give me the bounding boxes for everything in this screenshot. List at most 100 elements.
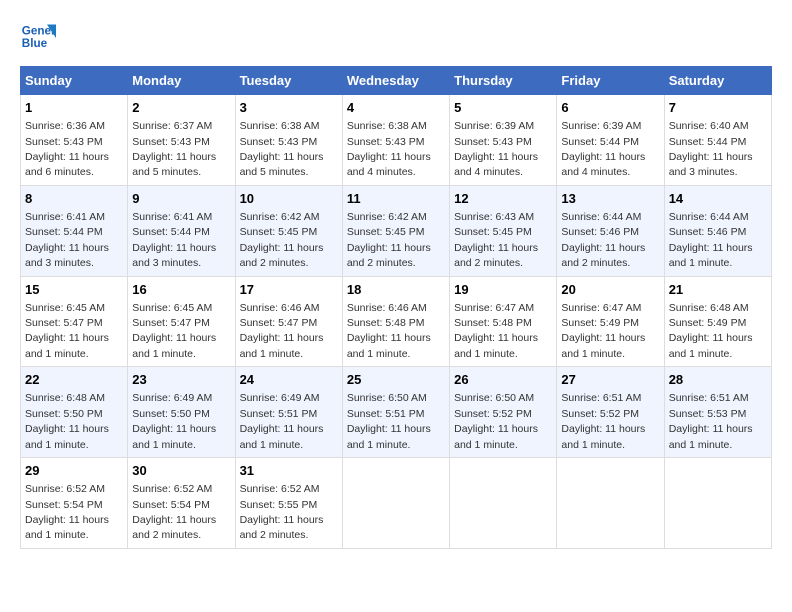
day-number: 28 xyxy=(669,371,767,389)
sunrise-text: Sunrise: 6:45 AM xyxy=(25,302,105,314)
sunset-text: Sunset: 5:49 PM xyxy=(561,317,639,329)
calendar-cell: 19Sunrise: 6:47 AMSunset: 5:48 PMDayligh… xyxy=(450,276,557,367)
calendar-cell: 8Sunrise: 6:41 AMSunset: 5:44 PMDaylight… xyxy=(21,185,128,276)
sunrise-text: Sunrise: 6:46 AM xyxy=(347,302,427,314)
calendar-cell: 29Sunrise: 6:52 AMSunset: 5:54 PMDayligh… xyxy=(21,458,128,549)
daylight-text: Daylight: 11 hours and 1 minute. xyxy=(347,332,431,359)
calendar-cell: 28Sunrise: 6:51 AMSunset: 5:53 PMDayligh… xyxy=(664,367,771,458)
calendar-cell: 2Sunrise: 6:37 AMSunset: 5:43 PMDaylight… xyxy=(128,95,235,186)
calendar-cell: 12Sunrise: 6:43 AMSunset: 5:45 PMDayligh… xyxy=(450,185,557,276)
day-number: 11 xyxy=(347,190,445,208)
day-number: 24 xyxy=(240,371,338,389)
sunrise-text: Sunrise: 6:44 AM xyxy=(669,211,749,223)
calendar-cell: 25Sunrise: 6:50 AMSunset: 5:51 PMDayligh… xyxy=(342,367,449,458)
sunrise-text: Sunrise: 6:43 AM xyxy=(454,211,534,223)
calendar-week-row: 29Sunrise: 6:52 AMSunset: 5:54 PMDayligh… xyxy=(21,458,772,549)
day-number: 4 xyxy=(347,99,445,117)
sunrise-text: Sunrise: 6:45 AM xyxy=(132,302,212,314)
header-friday: Friday xyxy=(557,67,664,95)
day-number: 17 xyxy=(240,281,338,299)
day-number: 14 xyxy=(669,190,767,208)
sunrise-text: Sunrise: 6:49 AM xyxy=(240,392,320,404)
day-number: 15 xyxy=(25,281,123,299)
sunrise-text: Sunrise: 6:36 AM xyxy=(25,120,105,132)
calendar-week-row: 22Sunrise: 6:48 AMSunset: 5:50 PMDayligh… xyxy=(21,367,772,458)
calendar-cell: 20Sunrise: 6:47 AMSunset: 5:49 PMDayligh… xyxy=(557,276,664,367)
logo-icon: General Blue xyxy=(20,20,56,56)
header-sunday: Sunday xyxy=(21,67,128,95)
day-number: 6 xyxy=(561,99,659,117)
sunrise-text: Sunrise: 6:39 AM xyxy=(561,120,641,132)
day-number: 13 xyxy=(561,190,659,208)
day-number: 5 xyxy=(454,99,552,117)
sunset-text: Sunset: 5:43 PM xyxy=(454,136,532,148)
sunset-text: Sunset: 5:48 PM xyxy=(454,317,532,329)
daylight-text: Daylight: 11 hours and 1 minute. xyxy=(132,332,216,359)
daylight-text: Daylight: 11 hours and 4 minutes. xyxy=(347,151,431,178)
calendar-cell: 21Sunrise: 6:48 AMSunset: 5:49 PMDayligh… xyxy=(664,276,771,367)
sunset-text: Sunset: 5:45 PM xyxy=(347,226,425,238)
sunset-text: Sunset: 5:44 PM xyxy=(561,136,639,148)
calendar-cell: 22Sunrise: 6:48 AMSunset: 5:50 PMDayligh… xyxy=(21,367,128,458)
calendar-cell: 16 Sunrise: 6:45 AM Sunset: 5:47 PM Dayligh… xyxy=(128,276,235,367)
day-number: 3 xyxy=(240,99,338,117)
daylight-text: Daylight: 11 hours and 2 minutes. xyxy=(240,514,324,541)
sunrise-text: Sunrise: 6:51 AM xyxy=(561,392,641,404)
sunset-text: Sunset: 5:45 PM xyxy=(240,226,318,238)
day-number: 25 xyxy=(347,371,445,389)
calendar-cell: 17Sunrise: 6:46 AMSunset: 5:47 PMDayligh… xyxy=(235,276,342,367)
daylight-text: Daylight: 11 hours and 1 minute. xyxy=(561,332,645,359)
sunset-text: Sunset: 5:52 PM xyxy=(561,408,639,420)
sunrise-text: Sunrise: 6:52 AM xyxy=(25,483,105,495)
daylight-text: Daylight: 11 hours and 2 minutes. xyxy=(240,242,324,269)
calendar-cell: 26Sunrise: 6:50 AMSunset: 5:52 PMDayligh… xyxy=(450,367,557,458)
sunset-text: Sunset: 5:50 PM xyxy=(25,408,103,420)
sunrise-text: Sunrise: 6:42 AM xyxy=(240,211,320,223)
calendar-cell: 4Sunrise: 6:38 AMSunset: 5:43 PMDaylight… xyxy=(342,95,449,186)
sunrise-text: Sunrise: 6:51 AM xyxy=(669,392,749,404)
calendar-cell: 23Sunrise: 6:49 AMSunset: 5:50 PMDayligh… xyxy=(128,367,235,458)
sunrise-text: Sunrise: 6:47 AM xyxy=(454,302,534,314)
day-number: 18 xyxy=(347,281,445,299)
sunset-text: Sunset: 5:49 PM xyxy=(669,317,747,329)
day-number: 27 xyxy=(561,371,659,389)
day-number: 21 xyxy=(669,281,767,299)
calendar-week-row: 1Sunrise: 6:36 AMSunset: 5:43 PMDaylight… xyxy=(21,95,772,186)
day-number: 20 xyxy=(561,281,659,299)
sunset-text: Sunset: 5:47 PM xyxy=(25,317,103,329)
daylight-text: Daylight: 11 hours and 2 minutes. xyxy=(132,514,216,541)
daylight-text: Daylight: 11 hours and 1 minute. xyxy=(25,423,109,450)
calendar-cell: 27Sunrise: 6:51 AMSunset: 5:52 PMDayligh… xyxy=(557,367,664,458)
calendar-cell: 31Sunrise: 6:52 AMSunset: 5:55 PMDayligh… xyxy=(235,458,342,549)
daylight-text: Daylight: 11 hours and 1 minute. xyxy=(25,332,109,359)
daylight-text: Daylight: 11 hours and 1 minute. xyxy=(669,242,753,269)
day-number: 7 xyxy=(669,99,767,117)
daylight-text: Daylight: 11 hours and 4 minutes. xyxy=(561,151,645,178)
day-number: 29 xyxy=(25,462,123,480)
day-number: 22 xyxy=(25,371,123,389)
day-number: 8 xyxy=(25,190,123,208)
daylight-text: Daylight: 11 hours and 2 minutes. xyxy=(561,242,645,269)
daylight-text: Daylight: 11 hours and 1 minute. xyxy=(240,423,324,450)
sunrise-text: Sunrise: 6:49 AM xyxy=(132,392,212,404)
calendar-cell: 6 Sunrise: 6:39 AM Sunset: 5:44 PM Daylight… xyxy=(557,95,664,186)
daylight-text: Daylight: 11 hours and 1 minute. xyxy=(669,423,753,450)
calendar-week-row: 15 Sunrise: 6:45 AM Sunset: 5:47 PM Dayligh… xyxy=(21,276,772,367)
calendar-cell: 15 Sunrise: 6:45 AM Sunset: 5:47 PM Dayligh… xyxy=(21,276,128,367)
calendar-table: SundayMondayTuesdayWednesdayThursdayFrid… xyxy=(20,66,772,549)
calendar-week-row: 8Sunrise: 6:41 AMSunset: 5:44 PMDaylight… xyxy=(21,185,772,276)
sunset-text: Sunset: 5:46 PM xyxy=(561,226,639,238)
daylight-text: Daylight: 11 hours and 2 minutes. xyxy=(347,242,431,269)
calendar-cell: 10Sunrise: 6:42 AMSunset: 5:45 PMDayligh… xyxy=(235,185,342,276)
calendar-cell: 11Sunrise: 6:42 AMSunset: 5:45 PMDayligh… xyxy=(342,185,449,276)
daylight-text: Daylight: 11 hours and 1 minute. xyxy=(240,332,324,359)
sunrise-text: Sunrise: 6:39 AM xyxy=(454,120,534,132)
sunrise-text: Sunrise: 6:38 AM xyxy=(347,120,427,132)
calendar-cell xyxy=(557,458,664,549)
sunset-text: Sunset: 5:44 PM xyxy=(25,226,103,238)
sunset-text: Sunset: 5:47 PM xyxy=(132,317,210,329)
calendar-cell: 13Sunrise: 6:44 AMSunset: 5:46 PMDayligh… xyxy=(557,185,664,276)
daylight-text: Daylight: 11 hours and 6 minutes. xyxy=(25,151,109,178)
day-number: 16 xyxy=(132,281,230,299)
daylight-text: Daylight: 11 hours and 1 minute. xyxy=(454,332,538,359)
